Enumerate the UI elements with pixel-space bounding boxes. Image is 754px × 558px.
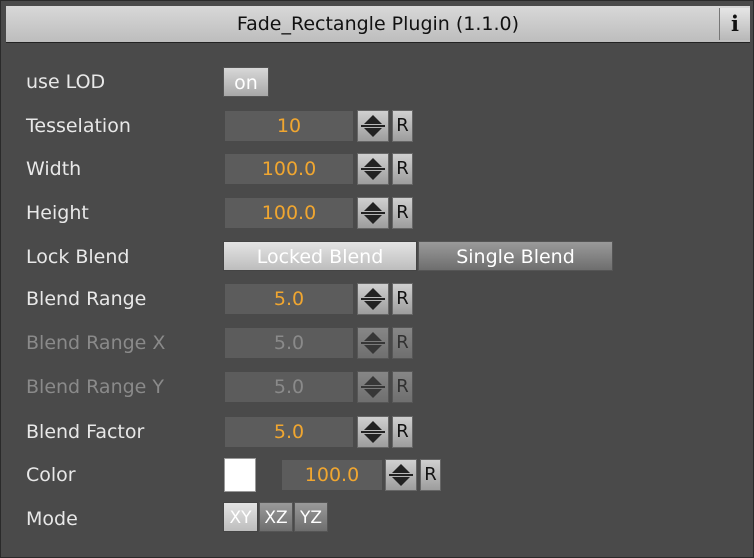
panel-title: Fade_Rectangle Plugin (1.1.0) xyxy=(236,13,520,35)
width-reset-button[interactable]: R xyxy=(392,153,413,185)
title-bar: Fade_Rectangle Plugin (1.1.0) i xyxy=(6,6,750,43)
lock-blend-label: Lock Blend xyxy=(26,246,130,268)
arrow-down-icon xyxy=(364,434,382,443)
width-spinner[interactable] xyxy=(357,153,389,185)
color-alpha-field[interactable]: 100.0 xyxy=(282,460,382,490)
color-alpha-spinner[interactable] xyxy=(385,459,417,491)
height-label: Height xyxy=(26,202,89,224)
height-reset-button[interactable]: R xyxy=(392,197,413,229)
plugin-panel: Fade_Rectangle Plugin (1.1.0) i use LOD … xyxy=(0,0,754,558)
blend-range-x-spinner xyxy=(357,327,389,359)
width-field[interactable]: 100.0 xyxy=(225,154,353,184)
arrow-up-icon xyxy=(364,158,382,167)
color-label: Color xyxy=(26,464,76,486)
mode-label: Mode xyxy=(26,508,78,530)
arrow-down-icon xyxy=(364,128,382,137)
arrow-up-icon xyxy=(364,421,382,430)
blend-range-x-reset-button: R xyxy=(392,327,413,359)
arrow-up-icon xyxy=(392,464,410,473)
tesselation-spinner[interactable] xyxy=(357,110,389,142)
arrow-up-icon xyxy=(364,376,382,385)
arrow-down-icon xyxy=(364,389,382,398)
arrow-up-icon xyxy=(364,288,382,297)
blend-range-x-label: Blend Range X xyxy=(26,332,166,354)
arrow-down-icon xyxy=(364,301,382,310)
locked-blend-button[interactable]: Locked Blend xyxy=(223,241,417,271)
blend-range-x-field: 5.0 xyxy=(225,328,353,358)
width-label: Width xyxy=(26,158,82,180)
mode-yz-button[interactable]: YZ xyxy=(294,502,328,532)
single-blend-button[interactable]: Single Blend xyxy=(418,241,613,271)
tesselation-reset-button[interactable]: R xyxy=(392,110,413,142)
height-field[interactable]: 100.0 xyxy=(225,198,353,228)
arrow-up-icon xyxy=(364,115,382,124)
blend-range-spinner[interactable] xyxy=(357,283,389,315)
mode-xz-button[interactable]: XZ xyxy=(259,502,293,532)
blend-factor-field[interactable]: 5.0 xyxy=(225,417,353,447)
color-reset-button[interactable]: R xyxy=(420,459,441,491)
mode-xy-button[interactable]: XY xyxy=(223,502,258,532)
arrow-down-icon xyxy=(364,215,382,224)
blend-factor-label: Blend Factor xyxy=(26,421,145,443)
arrow-down-icon xyxy=(364,171,382,180)
blend-range-label: Blend Range xyxy=(26,288,147,310)
blend-range-reset-button[interactable]: R xyxy=(392,283,413,315)
height-spinner[interactable] xyxy=(357,197,389,229)
blend-range-y-spinner xyxy=(357,371,389,403)
blend-factor-reset-button[interactable]: R xyxy=(392,416,413,448)
info-icon[interactable]: i xyxy=(719,8,750,40)
use-lod-label: use LOD xyxy=(26,71,106,93)
arrow-down-icon xyxy=(364,345,382,354)
blend-range-y-field: 5.0 xyxy=(225,372,353,402)
blend-range-y-label: Blend Range Y xyxy=(26,376,165,398)
tesselation-label: Tesselation xyxy=(26,115,131,137)
color-swatch[interactable] xyxy=(224,458,256,492)
blend-range-field[interactable]: 5.0 xyxy=(225,284,353,314)
arrow-down-icon xyxy=(392,477,410,486)
use-lod-toggle[interactable]: on xyxy=(223,67,269,97)
blend-factor-spinner[interactable] xyxy=(357,416,389,448)
tesselation-field[interactable]: 10 xyxy=(225,111,353,141)
arrow-up-icon xyxy=(364,202,382,211)
arrow-up-icon xyxy=(364,332,382,341)
blend-range-y-reset-button: R xyxy=(392,371,413,403)
